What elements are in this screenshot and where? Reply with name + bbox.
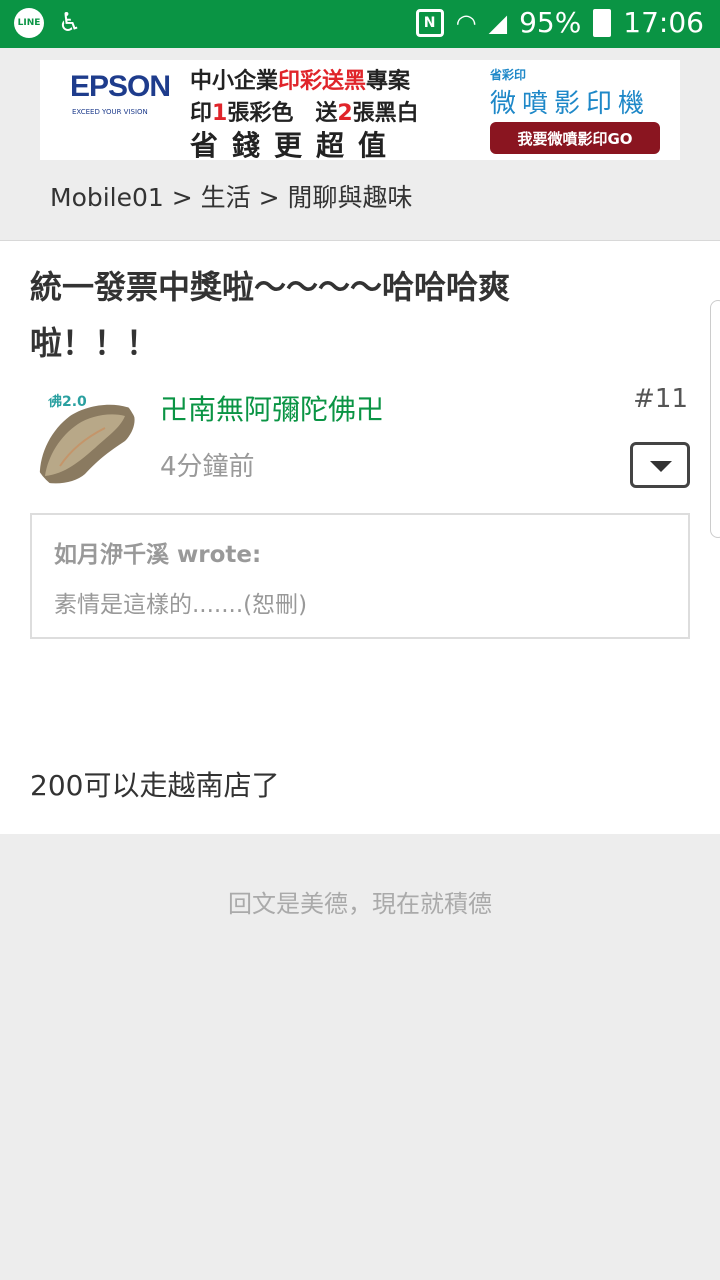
nfc-icon: N bbox=[415, 8, 444, 37]
breadcrumb[interactable]: Mobile01 > 生活 > 閒聊與趣味 bbox=[50, 178, 413, 214]
person-notification-icon: ♿ bbox=[58, 8, 82, 38]
banner-area: EPSON EXCEED YOUR VISION 中小企業印彩送黑專案 印1張彩… bbox=[0, 48, 720, 240]
battery-icon bbox=[593, 8, 612, 37]
ad-copy: 中小企業印彩送黑專案 印1張彩色 送2張黑白 省錢更超值 bbox=[190, 66, 419, 162]
avatar[interactable]: 佛2.0 bbox=[30, 386, 140, 496]
ad-line2-b: 1 bbox=[212, 101, 228, 126]
avatar-image: 佛2.0 bbox=[30, 386, 140, 496]
ad-line3: 省錢更超值 bbox=[190, 129, 401, 162]
battery-percent: 95% bbox=[519, 6, 582, 39]
chevron-down-icon bbox=[650, 461, 672, 472]
post-title: 統一發票中獎啦～～～～哈哈哈爽啦！！！ bbox=[30, 268, 511, 362]
quote-author: 如月洢千溪 wrote: bbox=[54, 542, 262, 568]
post-card: 統一發票中獎啦～～～～哈哈哈爽啦！！！ 佛2.0 卍南無阿彌陀佛卍 4分鐘前 #… bbox=[0, 240, 720, 834]
ad-right-machine: 微噴影印機 bbox=[490, 89, 651, 119]
ad-right-block: 省彩印 微噴影印機 bbox=[490, 66, 650, 120]
ad-line1-a: 中小企業 bbox=[190, 69, 279, 94]
ad-go-button[interactable]: 我要微噴影印GO bbox=[490, 122, 660, 154]
post-body: 200可以走越南店了 bbox=[30, 769, 280, 802]
post-time: 4分鐘前 bbox=[160, 452, 255, 482]
status-bar: LINE ♿ N ◠ ◢ 95% 17:06 bbox=[0, 0, 720, 48]
ad-line2-c: 張彩色 送 bbox=[227, 101, 338, 126]
line-app-icon: LINE bbox=[14, 8, 44, 38]
quote-box: 如月洢千溪 wrote: 素情是這樣的.......(恕刪) bbox=[30, 513, 690, 639]
ad-line2-d: 2 bbox=[337, 101, 353, 126]
wifi-icon: ◠ bbox=[455, 8, 477, 37]
ad-line2-a: 印 bbox=[190, 101, 213, 126]
post-number[interactable]: #11 bbox=[633, 384, 688, 414]
username-link[interactable]: 卍南無阿彌陀佛卍 bbox=[160, 388, 384, 428]
ad-line2-e: 張黑白 bbox=[352, 101, 419, 126]
ad-line1-b: 印彩送黑 bbox=[278, 69, 367, 94]
clock: 17:06 bbox=[623, 6, 704, 39]
ad-line1-c: 專案 bbox=[366, 69, 411, 94]
ad-brand-logo: EPSON bbox=[70, 70, 171, 103]
signal-icon: ◢ bbox=[488, 8, 508, 37]
avatar-text: 佛2.0 bbox=[47, 393, 87, 410]
edge-panel-handle[interactable] bbox=[710, 300, 720, 538]
ad-banner[interactable]: EPSON EXCEED YOUR VISION 中小企業印彩送黑專案 印1張彩… bbox=[40, 60, 680, 162]
quote-text: 素情是這樣的.......(恕刪) bbox=[54, 592, 308, 618]
reply-prompt[interactable]: 回文是美德，現在就積德 bbox=[0, 884, 720, 919]
post-options-dropdown[interactable] bbox=[630, 442, 690, 488]
ad-brand-tagline: EXCEED YOUR VISION bbox=[72, 108, 148, 116]
ad-right-logo: 省彩印 bbox=[490, 68, 527, 82]
